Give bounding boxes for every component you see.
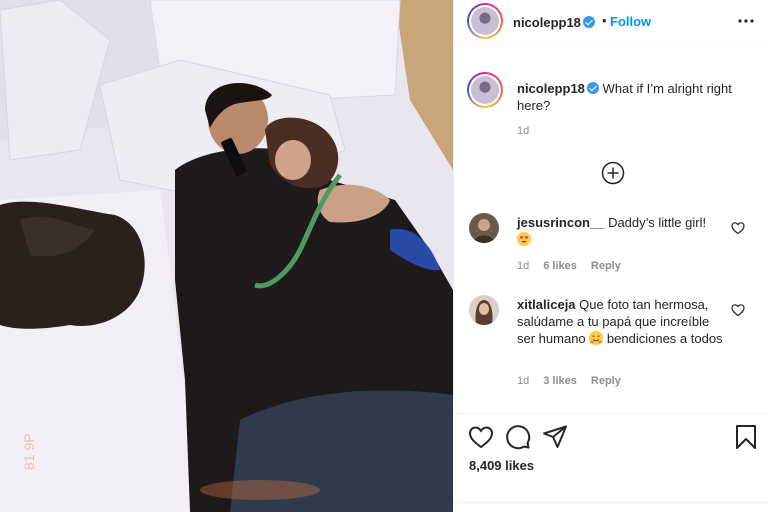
commenter-avatar[interactable] — [469, 295, 499, 325]
comment-text: Daddy’s little girl! — [608, 215, 707, 230]
heart-icon[interactable] — [468, 424, 494, 450]
caption-avatar[interactable] — [467, 72, 503, 108]
post-header: nicolepp18 • Follow — [454, 0, 768, 44]
photo-watermark: 81 9P — [21, 433, 37, 470]
plus-circle-icon[interactable] — [601, 161, 625, 185]
post-photo[interactable]: 81 9P — [0, 0, 453, 512]
follow-button[interactable]: Follow — [610, 14, 651, 29]
comment-likes[interactable]: 3 likes — [543, 375, 577, 387]
separator-dot: • — [602, 13, 607, 28]
comment-icon[interactable] — [505, 424, 531, 450]
comment-timestamp[interactable]: 1d — [517, 260, 529, 272]
divider — [454, 502, 768, 503]
comment-username[interactable]: xitlaliceja — [517, 297, 576, 312]
verified-badge-icon — [586, 82, 599, 94]
comment-text-continued: bendiciones a todos — [606, 331, 723, 346]
author-avatar[interactable] — [467, 3, 503, 39]
comment-timestamp[interactable]: 1d — [517, 375, 529, 387]
like-comment-heart-icon[interactable] — [731, 303, 745, 317]
caption-timestamp[interactable]: 1d — [517, 125, 529, 137]
comment-likes[interactable]: 6 likes — [543, 260, 577, 272]
more-horizontal-icon[interactable] — [738, 18, 754, 24]
smiling-hug-emoji-icon — [589, 331, 604, 345]
commenter-avatar[interactable] — [469, 213, 499, 243]
reply-button[interactable]: Reply — [591, 260, 621, 272]
likes-count[interactable]: 8,409 likes — [469, 458, 534, 473]
comment-username[interactable]: jesusrincon__ — [517, 215, 604, 230]
reply-button[interactable]: Reply — [591, 375, 621, 387]
author-username[interactable]: nicolepp18 — [513, 15, 581, 30]
photo-illustration: 81 9P — [0, 0, 453, 512]
heart-eyes-emoji-icon — [517, 232, 531, 246]
post-actions: 8,409 likes — [454, 413, 768, 512]
verified-badge-icon — [582, 16, 595, 28]
like-comment-heart-icon[interactable] — [731, 221, 745, 235]
post-side-panel: nicolepp18 • Follow nicolepp18 What if I… — [453, 0, 768, 512]
share-icon[interactable] — [542, 424, 568, 450]
caption-username[interactable]: nicolepp18 — [517, 81, 585, 96]
bookmark-icon[interactable] — [733, 424, 759, 450]
